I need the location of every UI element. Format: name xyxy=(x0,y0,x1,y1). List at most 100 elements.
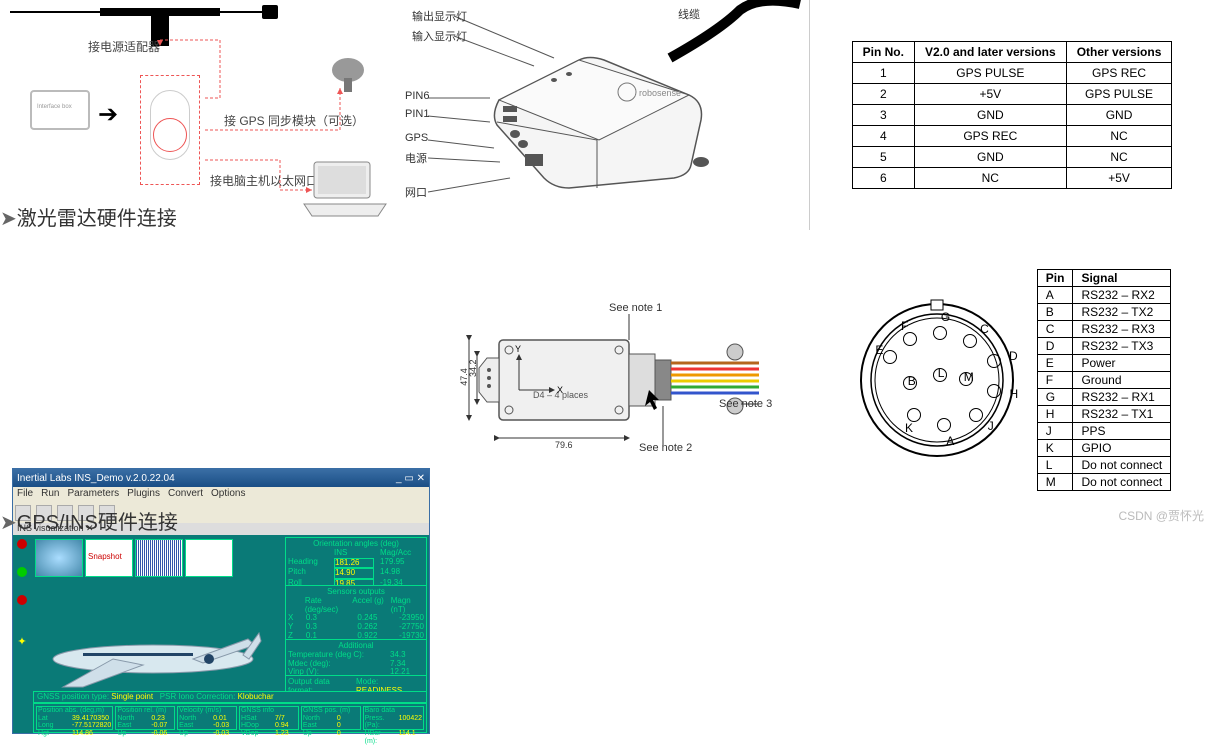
table-row: LDo not connect xyxy=(1037,457,1170,474)
highlight-circle xyxy=(153,118,187,152)
additional-panel: AdditionalTemperature (deg C):34.3Mdec (… xyxy=(285,639,427,680)
menu-item[interactable]: Convert xyxy=(168,488,203,499)
table-row: MDo not connect xyxy=(1037,474,1170,491)
connector-pin-label: C xyxy=(980,322,989,336)
connector-pin-label: J xyxy=(988,419,994,433)
input-led-label: 输入显示灯 xyxy=(412,28,467,44)
spectrum-thumb[interactable] xyxy=(135,539,183,577)
table-row: ARS232 – RX2 xyxy=(1037,287,1170,304)
connector-pin xyxy=(933,326,947,340)
power-port-label: 电源 xyxy=(405,150,427,166)
connector-pin-label: M xyxy=(964,370,974,384)
arrow-icon: ➔ xyxy=(98,100,118,129)
table-row: EPower xyxy=(1037,355,1170,372)
connector-face-diagram: A B C D E F G H J K L M xyxy=(847,290,1027,470)
window-controls[interactable]: _ ▭ ✕ xyxy=(396,473,425,484)
menu-item[interactable]: Options xyxy=(211,488,245,499)
table-row: 2+5VGPS PULSE xyxy=(852,84,1172,105)
note2-label: See note 2 xyxy=(639,442,692,454)
table-row: CRS232 – RX3 xyxy=(1037,321,1170,338)
table-row: BRS232 – TX2 xyxy=(1037,304,1170,321)
connector-pin xyxy=(903,332,917,346)
connector-pin xyxy=(987,384,1001,398)
power-adapter-label: 接电源适配器 xyxy=(88,38,160,55)
table-row: FGround xyxy=(1037,372,1170,389)
connector-pin-label: G xyxy=(941,310,950,324)
window-title: Inertial Labs INS_Demo v.2.0.22.04 xyxy=(17,473,175,484)
table-row: 4GPS RECNC xyxy=(852,126,1172,147)
pin-version-table-container: Pin No. V2.0 and later versions Other ve… xyxy=(810,0,1214,230)
col-pinno: Pin No. xyxy=(852,42,914,63)
connector-pin xyxy=(883,350,897,364)
menu-item[interactable]: Plugins xyxy=(127,488,160,499)
connector-pin-label: H xyxy=(1010,387,1019,401)
note3-label: See note 3 xyxy=(719,398,772,410)
connector-pin-label: E xyxy=(875,343,883,357)
menu-bar[interactable]: File Run Parameters Plugins Convert Options xyxy=(13,487,429,503)
pin6-label: PIN6 xyxy=(405,90,429,102)
connector-pin xyxy=(907,408,921,422)
window-titlebar[interactable]: Inertial Labs INS_Demo v.2.0.22.04 _ ▭ ✕ xyxy=(13,469,429,487)
dim-height2: 34.2 xyxy=(468,359,478,377)
stop-icon[interactable] xyxy=(17,595,27,605)
menu-item[interactable]: File xyxy=(17,488,33,499)
connector-pin xyxy=(963,334,977,348)
compass-icon: ✦ xyxy=(13,635,31,648)
pin-version-table: Pin No. V2.0 and later versions Other ve… xyxy=(852,41,1173,189)
lidar-hw-title: ➤激光雷达硬件连接 xyxy=(0,200,177,233)
net-port-label: 网口 xyxy=(405,184,427,200)
cable-label: 线缆 xyxy=(678,6,700,22)
record-icon[interactable] xyxy=(17,539,27,549)
connector-pin-label: A xyxy=(946,434,954,448)
table-row: KGPIO xyxy=(1037,440,1170,457)
table-row: GRS232 – RX1 xyxy=(1037,389,1170,406)
watermark-text: CSDN @贾怀光 xyxy=(1118,507,1204,524)
gps-port-label: GPS xyxy=(405,132,428,144)
dim-width: 79.6 xyxy=(555,440,573,450)
signal-table: Pin Signal ARS232 – RX2BRS232 – TX2CRS23… xyxy=(1037,269,1171,491)
table-row: 1GPS PULSEGPS REC xyxy=(852,63,1172,84)
ins-mechanical-drawing: D4 – 4 places Y X xyxy=(434,230,804,530)
connector-pin xyxy=(987,354,1001,368)
svg-text:Y: Y xyxy=(515,344,521,354)
attitude-indicator-icon[interactable] xyxy=(35,539,83,577)
menu-item[interactable]: Parameters xyxy=(67,488,119,499)
snapshot-thumb[interactable]: Snapshot xyxy=(85,539,133,577)
output-led-label: 输出显示灯 xyxy=(412,8,467,24)
graph-thumb[interactable] xyxy=(185,539,233,577)
lidar-connection-diagram: 接电源适配器 Interface box ➔ 接 GPS xyxy=(0,0,810,230)
robosense-sensor-icon: robosense xyxy=(479,40,719,190)
connector-pin-label: D xyxy=(1009,349,1018,363)
gps-antenna-icon xyxy=(328,56,368,96)
connector-pin-label: L xyxy=(938,366,945,380)
table-row: HRS232 – TX1 xyxy=(1037,406,1170,423)
svg-text:robosense: robosense xyxy=(639,88,681,98)
connector-pin xyxy=(969,408,983,422)
table-row: 3GNDGND xyxy=(852,105,1172,126)
svg-text:X: X xyxy=(557,385,563,395)
table-row: 6NC+5V xyxy=(852,168,1172,189)
pin1-label: PIN1 xyxy=(405,108,429,120)
menu-item[interactable]: Run xyxy=(41,488,59,499)
laptop-icon xyxy=(300,160,390,220)
note1-label: See note 1 xyxy=(609,302,662,314)
status-icon xyxy=(17,567,27,577)
table-row: DRS232 – TX3 xyxy=(1037,338,1170,355)
col-signal: Signal xyxy=(1073,270,1171,287)
side-toolbar[interactable]: ✦ xyxy=(13,535,31,733)
interface-box-diagram: Interface box xyxy=(30,90,90,130)
connector-pin-label: B xyxy=(908,374,916,388)
gps-ins-hw-title: ➤GPS/INS硬件连接 xyxy=(0,504,178,537)
table-row: JPPS xyxy=(1037,423,1170,440)
gnss-status-line: GNSS position type: Single point PSR Ion… xyxy=(33,691,427,703)
connector-pin-label: F xyxy=(901,319,908,333)
footer-data-panels: Position abs. (deg,m)Lat39.4170350Long-7… xyxy=(33,703,427,733)
table-row: 5GNDNC xyxy=(852,147,1172,168)
connector-pin xyxy=(937,418,951,432)
col-v2: V2.0 and later versions xyxy=(914,42,1066,63)
gps-module-label: 接 GPS 同步模块（可选） xyxy=(224,112,364,129)
visualization-canvas: ✦ Snapshot Orientation angles (deg)INSMa… xyxy=(13,535,429,733)
col-pin: Pin xyxy=(1037,270,1073,287)
thumbnail-strip: Snapshot xyxy=(35,539,233,577)
connector-pin-label: K xyxy=(905,421,913,435)
